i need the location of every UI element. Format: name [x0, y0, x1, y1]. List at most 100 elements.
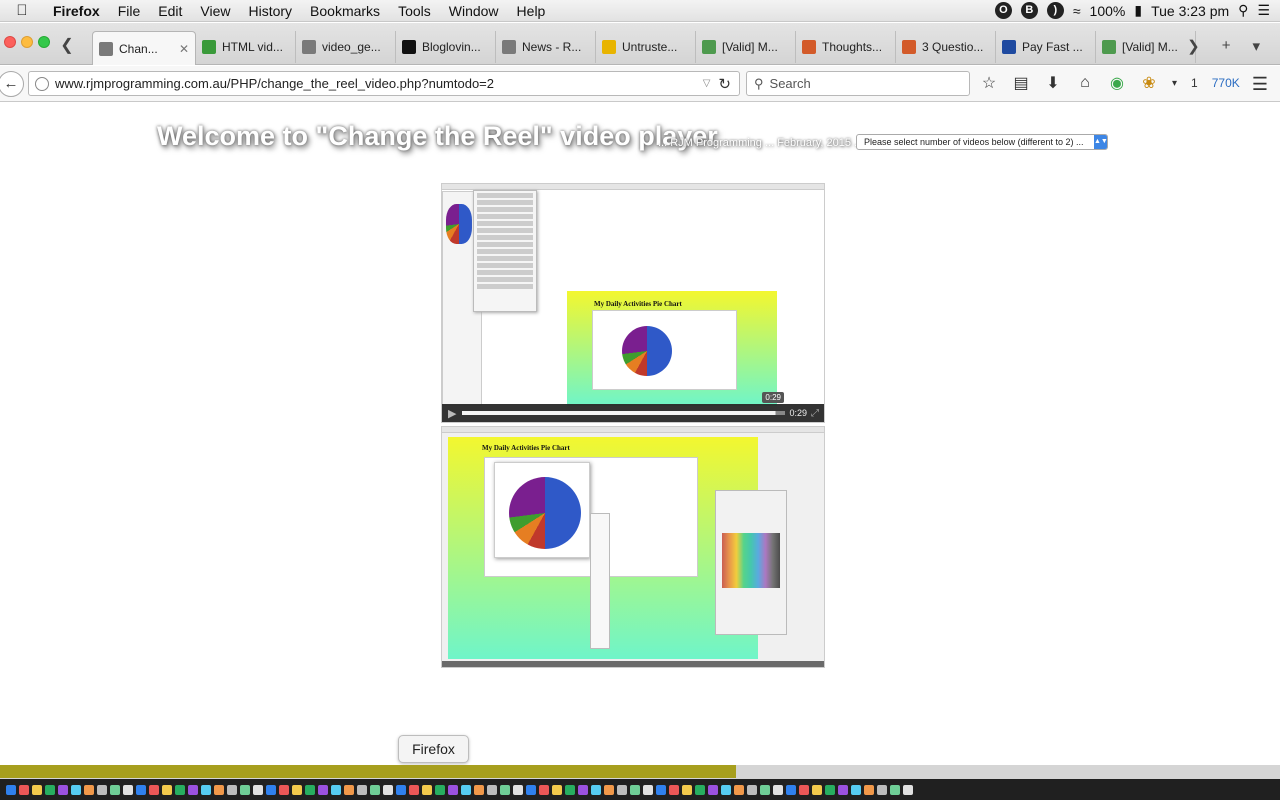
dock-app-icon[interactable] [539, 784, 549, 795]
tab-6[interactable]: [Valid] M... [696, 31, 796, 63]
dock-app-icon[interactable] [877, 784, 887, 795]
dock-app-icon[interactable] [279, 784, 289, 795]
menu-bookmarks[interactable]: Bookmarks [301, 0, 389, 22]
tab-1[interactable]: HTML vid... [196, 31, 296, 63]
dock-app-icon[interactable] [188, 784, 198, 795]
dock-app-icon[interactable] [851, 784, 861, 795]
menu-window[interactable]: Window [440, 0, 508, 22]
apple-menu-icon[interactable]:  [0, 2, 44, 19]
dock-app-icon[interactable] [266, 784, 276, 795]
tab-9[interactable]: Pay Fast ... [996, 31, 1096, 63]
bookmark-star-icon[interactable]: ☆ [980, 73, 998, 93]
dock-app-icon[interactable] [32, 784, 42, 795]
bold-b-status-icon[interactable]: B [1020, 2, 1038, 19]
dock-app-icon[interactable] [695, 784, 705, 795]
tab-3[interactable]: Bloglovin... [396, 31, 496, 63]
dock-app-icon[interactable] [175, 784, 185, 795]
tab-scroll-left-icon[interactable]: ❮ [58, 35, 76, 55]
wifi-icon[interactable]: ≈ [1073, 3, 1081, 19]
dock-app-icon[interactable] [799, 784, 809, 795]
menu-file[interactable]: File [109, 0, 150, 22]
dock-app-icon[interactable] [227, 784, 237, 795]
dock-app-icon[interactable] [890, 784, 900, 795]
dock-app-icon[interactable] [487, 784, 497, 795]
tab-8[interactable]: 3 Questio... [896, 31, 996, 63]
dock-app-icon[interactable] [58, 784, 68, 795]
dock-app-icon[interactable] [162, 784, 172, 795]
tab-scroll-right-icon[interactable]: ❯ [1187, 37, 1200, 55]
video-player-1[interactable]: My Daily Activities Pie Chart ▶ 0:29 ⤢ 0… [441, 183, 825, 423]
dock-app-icon[interactable] [149, 784, 159, 795]
tab-7[interactable]: Thoughts... [796, 31, 896, 63]
dock-app-icon[interactable] [578, 784, 588, 795]
video-count-select[interactable]: Please select number of videos below (di… [856, 134, 1108, 150]
tab-2[interactable]: video_ge... [296, 31, 396, 63]
dock-app-icon[interactable] [357, 784, 367, 795]
tab-10[interactable]: [Valid] M... [1096, 31, 1196, 63]
dock-app-icon[interactable] [526, 784, 536, 795]
dock-app-icon[interactable] [474, 784, 484, 795]
tab-list-dropdown-icon[interactable]: ▾ [1252, 37, 1260, 55]
dock-app-icon[interactable] [682, 784, 692, 795]
dock-app-icon[interactable] [461, 784, 471, 795]
dock-app-icon[interactable] [838, 784, 848, 795]
dock-app-icon[interactable] [370, 784, 380, 795]
clock[interactable]: Tue 3:23 pm [1151, 3, 1229, 19]
dock-app-icon[interactable] [565, 784, 575, 795]
bracket-status-icon[interactable]: ) [1046, 2, 1064, 19]
dock-app-icon[interactable] [19, 784, 29, 795]
dock-app-icon[interactable] [214, 784, 224, 795]
dock-app-icon[interactable] [786, 784, 796, 795]
dock-app-icon[interactable] [552, 784, 562, 795]
dock-app-icon[interactable] [604, 784, 614, 795]
dock-app-icon[interactable] [201, 784, 211, 795]
menu-app-firefox[interactable]: Firefox [44, 0, 109, 22]
dock-app-icon[interactable] [643, 784, 653, 795]
dock-app-icon[interactable] [734, 784, 744, 795]
dock-app-icon[interactable] [6, 784, 16, 795]
status-app-icon[interactable]: O [994, 2, 1012, 19]
reading-list-icon[interactable]: ▤ [1012, 73, 1030, 93]
bee-extension-icon[interactable]: ❀ [1140, 73, 1158, 93]
menu-view[interactable]: View [191, 0, 239, 22]
spotlight-icon[interactable]: ⚲ [1238, 2, 1248, 19]
dock-app-icon[interactable] [331, 784, 341, 795]
dock-app-icon[interactable] [71, 784, 81, 795]
fullscreen-icon[interactable]: ⤢ [811, 408, 819, 419]
dock-app-icon[interactable] [812, 784, 822, 795]
dock-app-icon[interactable] [240, 784, 250, 795]
dock-app-icon[interactable] [825, 784, 835, 795]
reload-icon[interactable]: ↻ [718, 75, 731, 93]
tab-0[interactable]: Chan... ✕ [92, 31, 196, 65]
url-bar[interactable]: www.rjmprogramming.com.au/PHP/change_the… [28, 71, 740, 96]
dock-app-icon[interactable] [84, 784, 94, 795]
video-player-2[interactable]: My Daily Activities Pie Chart [441, 426, 825, 668]
menu-edit[interactable]: Edit [149, 0, 191, 22]
home-icon[interactable]: ⌂ [1076, 74, 1094, 92]
dock-app-icon[interactable] [97, 784, 107, 795]
menu-history[interactable]: History [239, 0, 301, 22]
dock-app-icon[interactable] [344, 784, 354, 795]
dock-app-icon[interactable] [864, 784, 874, 795]
video1-progress-track[interactable] [462, 411, 786, 415]
dock-app-icon[interactable] [708, 784, 718, 795]
tab-5[interactable]: Untruste... [596, 31, 696, 63]
dock-app-icon[interactable] [253, 784, 263, 795]
tab-4[interactable]: News - R... [496, 31, 596, 63]
play-icon[interactable]: ▶ [448, 407, 456, 420]
dock-app-icon[interactable] [292, 784, 302, 795]
dock-app-icon[interactable] [656, 784, 666, 795]
menu-help[interactable]: Help [508, 0, 555, 22]
dock-app-icon[interactable] [409, 784, 419, 795]
dock-app-icon[interactable] [318, 784, 328, 795]
dock-app-icon[interactable] [110, 784, 120, 795]
dock-app-icon[interactable] [721, 784, 731, 795]
dock-app-icon[interactable] [747, 784, 757, 795]
window-zoom-button[interactable] [38, 36, 50, 48]
dock-app-icon[interactable] [773, 784, 783, 795]
dock-app-icon[interactable] [513, 784, 523, 795]
menu-tools[interactable]: Tools [389, 0, 440, 22]
dock-app-icon[interactable] [305, 784, 315, 795]
search-box[interactable]: ⚲ Search [746, 71, 970, 96]
window-close-button[interactable] [4, 36, 16, 48]
